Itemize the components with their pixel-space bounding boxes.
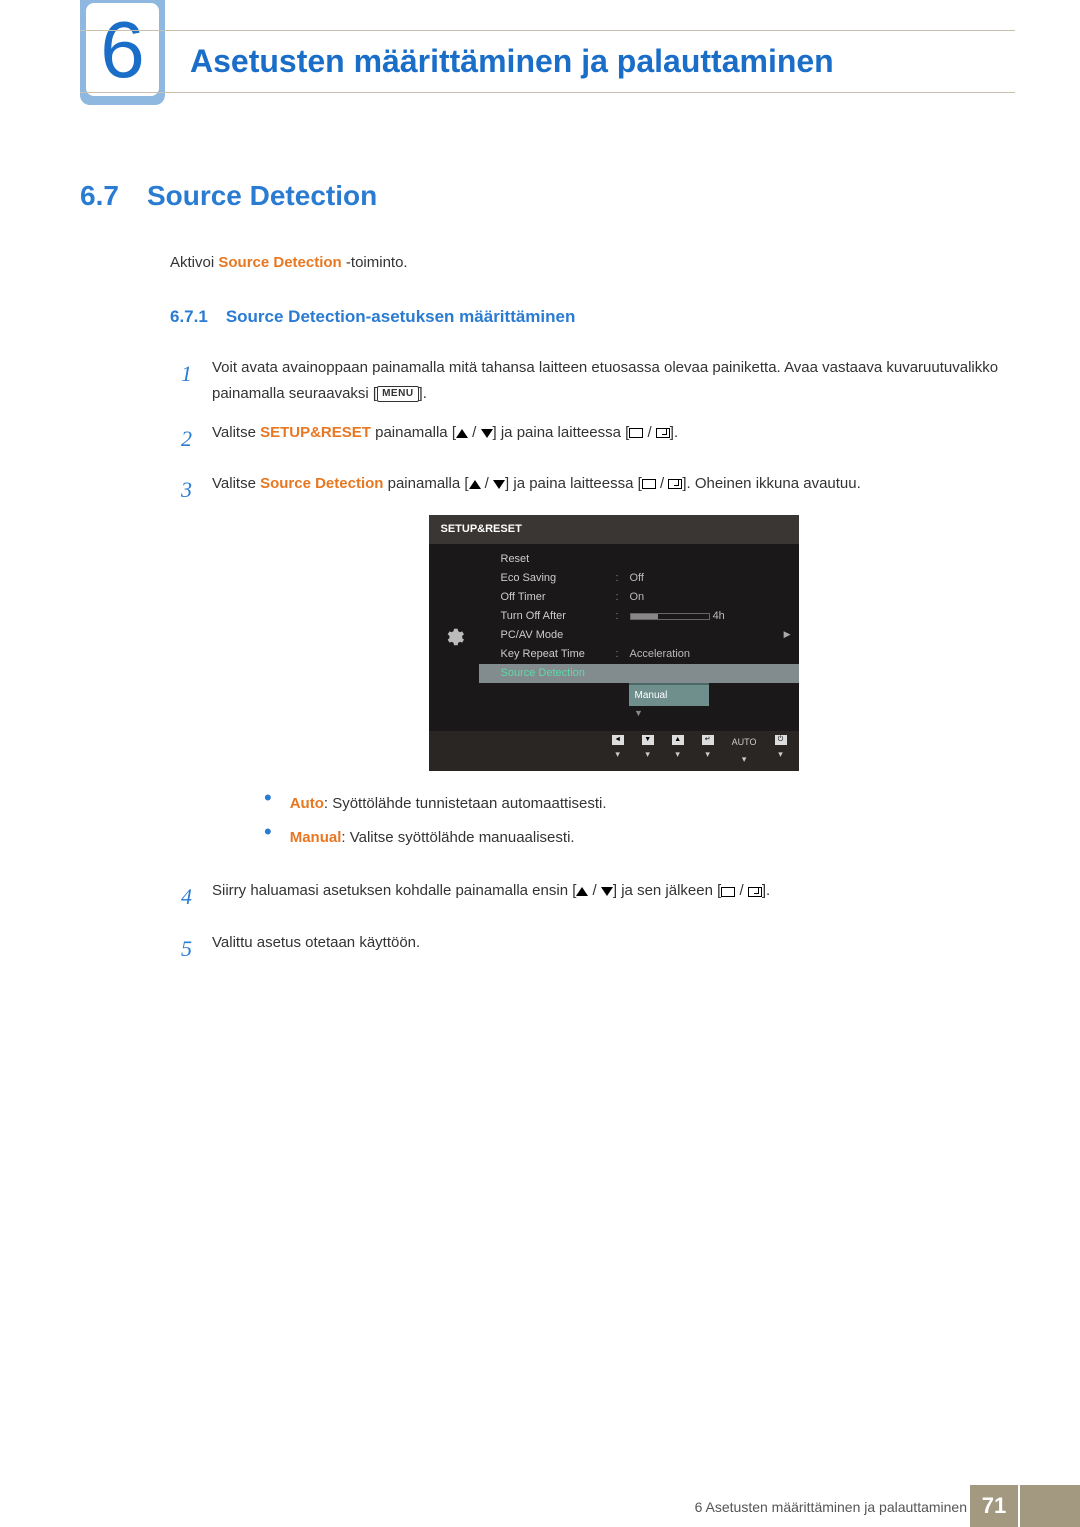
osd-icon-column (429, 544, 479, 731)
bullet-auto: • Auto: Syöttölähde tunnistetaan automaa… (264, 791, 1015, 817)
osd-btn-down: ▼▾ (642, 735, 654, 768)
step-body: Voit avata avainoppaan painamalla mitä t… (212, 355, 1015, 406)
footer-page-number: 71 (970, 1485, 1018, 1527)
osd-body: Reset Eco Saving:Off Off Timer:On Turn O… (429, 544, 799, 731)
step-body: Siirry haluamasi asetuksen kohdalle pain… (212, 878, 1015, 915)
osd-btn-up: ▲▾ (672, 735, 684, 768)
main-content: 6.7 Source Detection Aktivoi Source Dete… (80, 180, 1015, 981)
enter-icon (656, 428, 670, 438)
section-heading: 6.7 Source Detection (80, 180, 1015, 212)
bullet-text: : Syöttölähde tunnistetaan automaattises… (324, 795, 607, 812)
source-icon (629, 428, 643, 438)
osd-row-reset: Reset (479, 550, 799, 569)
step-number: 4 (170, 878, 192, 915)
down-chevron-icon: ▼ (479, 706, 799, 725)
step-number: 1 (170, 355, 192, 406)
up-arrow-icon (456, 429, 468, 438)
footer-chapter-label: 6 Asetusten määrittäminen ja palauttamin… (695, 1499, 967, 1515)
bullet-dot-icon: • (264, 825, 272, 851)
slider-icon (630, 613, 710, 620)
subsection-number: 6.7.1 (170, 307, 208, 327)
subsection-heading: 6.7.1 Source Detection-asetuksen määritt… (170, 307, 1015, 327)
section-title: Source Detection (147, 180, 377, 212)
osd-btn-back: ◄▾ (612, 735, 624, 768)
step-1: 1 Voit avata avainoppaan painamalla mitä… (170, 355, 1015, 406)
step-body: Valitse Source Detection painamalla [ / … (212, 471, 1015, 864)
step-2: 2 Valitse SETUP&RESET painamalla [ / ] j… (170, 420, 1015, 457)
osd-title: SETUP&RESET (429, 515, 799, 544)
menu-button-label: MENU (377, 386, 418, 402)
bullet-keyword: Manual (290, 829, 342, 846)
footer-strip (1020, 1485, 1080, 1527)
osd-row-keyrepeat: Key Repeat Time:Acceleration (479, 645, 799, 664)
source-detection-keyword: Source Detection (260, 475, 383, 492)
bullet-keyword: Auto (290, 795, 324, 812)
step-number: 3 (170, 471, 192, 864)
gear-icon (442, 625, 466, 649)
enter-icon (748, 887, 762, 897)
enter-icon (668, 479, 682, 489)
osd-row-eco: Eco Saving:Off (479, 569, 799, 588)
osd-btn-auto: AUTO▾ (732, 735, 757, 768)
intro-prefix: Aktivoi (170, 254, 218, 271)
osd-bottom-bar: ◄▾ ▼▾ ▲▾ ↵▾ AUTO▾ ⏻▾ (429, 731, 799, 772)
osd-row-source-detection: Source Detection:Auto (479, 664, 799, 683)
up-arrow-icon (576, 887, 588, 896)
osd-menu: Reset Eco Saving:Off Off Timer:On Turn O… (479, 544, 799, 731)
osd-row-offtimer: Off Timer:On (479, 588, 799, 607)
osd-row-pcav: PC/AV Mode▶ (479, 626, 799, 645)
bullet-manual: • Manual: Valitse syöttölähde manuaalise… (264, 825, 1015, 851)
chapter-title: Asetusten määrittäminen ja palauttaminen (190, 43, 834, 79)
osd-row-turnoff: Turn Off After: 4h (479, 607, 799, 626)
down-arrow-icon (481, 429, 493, 438)
step-number: 5 (170, 930, 192, 967)
intro-keyword: Source Detection (218, 254, 341, 271)
bullet-text: : Valitse syöttölähde manuaalisesti. (341, 829, 574, 846)
subsection-title: Source Detection-asetuksen määrittäminen (226, 307, 576, 327)
chevron-right-icon: ▶ (784, 627, 791, 642)
page-footer: 6 Asetusten määrittäminen ja palauttamin… (0, 1482, 1080, 1527)
step-number: 2 (170, 420, 192, 457)
down-arrow-icon (601, 887, 613, 896)
setup-reset-keyword: SETUP&RESET (260, 424, 371, 441)
source-icon (642, 479, 656, 489)
step-body: Valittu asetus otetaan käyttöön. (212, 930, 1015, 967)
down-arrow-icon (493, 480, 505, 489)
step-3: 3 Valitse Source Detection painamalla [ … (170, 471, 1015, 864)
header-bar: Asetusten määrittäminen ja palauttaminen (80, 30, 1015, 93)
osd-sub-manual: Manual (629, 685, 709, 706)
source-icon (721, 887, 735, 897)
step-4: 4 Siirry haluamasi asetuksen kohdalle pa… (170, 878, 1015, 915)
osd-btn-power: ⏻▾ (775, 735, 787, 768)
section-number: 6.7 (80, 180, 119, 212)
intro-suffix: -toiminto. (342, 254, 408, 271)
bullet-dot-icon: • (264, 791, 272, 817)
steps-list: 1 Voit avata avainoppaan painamalla mitä… (170, 355, 1015, 967)
up-arrow-icon (469, 480, 481, 489)
bullet-list: • Auto: Syöttölähde tunnistetaan automaa… (264, 791, 1015, 850)
osd-screenshot: SETUP&RESET Reset Eco Saving:Off Off Tim… (429, 515, 799, 772)
osd-btn-enter: ↵▾ (702, 735, 714, 768)
intro-text: Aktivoi Source Detection -toiminto. (170, 254, 1015, 271)
step-body: Valitse SETUP&RESET painamalla [ / ] ja … (212, 420, 1015, 457)
step-5: 5 Valittu asetus otetaan käyttöön. (170, 930, 1015, 967)
